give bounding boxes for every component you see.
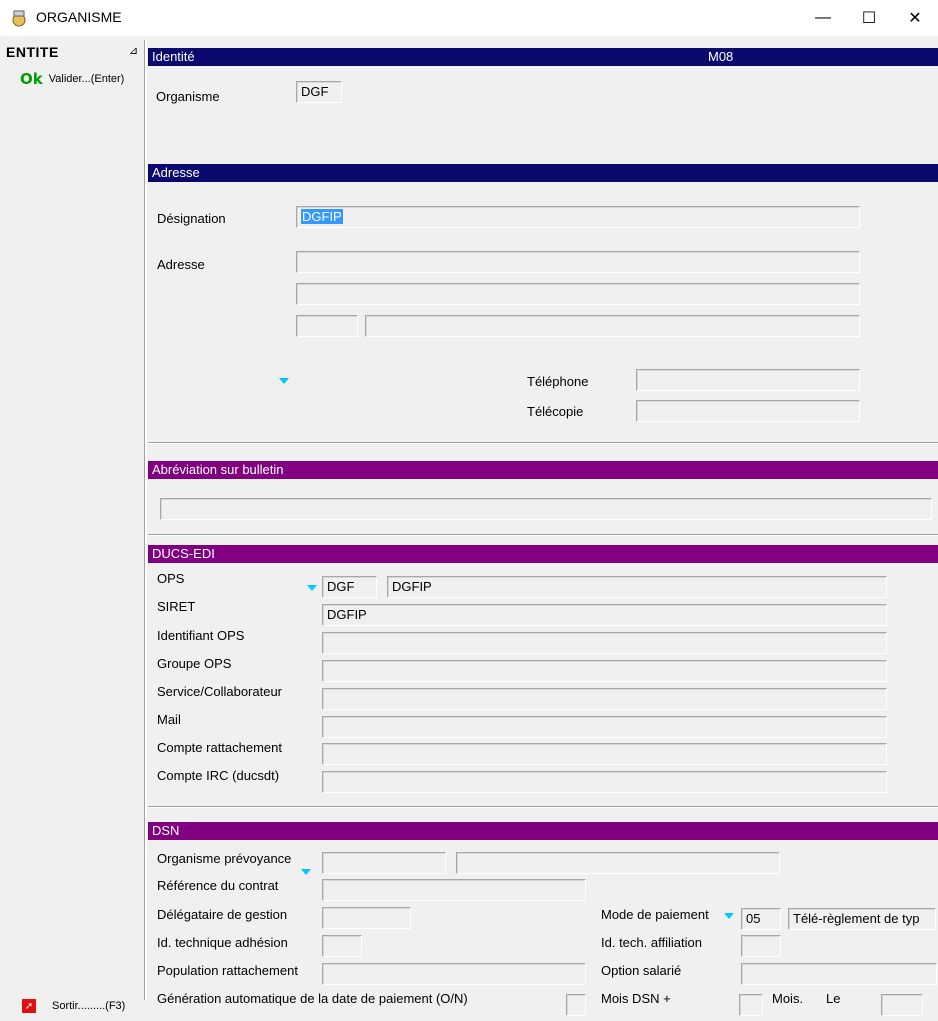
designation-field[interactable]: DGFIP: [296, 206, 860, 228]
mode-dropdown-icon[interactable]: [724, 913, 734, 919]
dsn-header: DSN: [148, 822, 938, 840]
id-affiliation-label: Id. tech. affiliation: [601, 935, 702, 950]
id-affiliation-field[interactable]: [741, 935, 781, 957]
ops-name-field[interactable]: DGFIP: [387, 576, 887, 598]
abreviation-field[interactable]: [160, 498, 932, 520]
id-adhesion-label: Id. technique adhésion: [157, 935, 288, 950]
window-title: ORGANISME: [36, 9, 122, 25]
generation-field[interactable]: [566, 994, 586, 1016]
reference-field[interactable]: [322, 879, 586, 901]
designation-label: Désignation: [157, 211, 226, 226]
sortir-label: Sortir.........(F3): [52, 1000, 126, 1012]
ops-dropdown-icon[interactable]: [307, 585, 317, 591]
postal-code-field[interactable]: [296, 315, 358, 337]
entite-label: ENTITE: [6, 44, 59, 60]
organisme-label: Organisme: [156, 89, 220, 104]
mode-paiement-label: Mode de paiement: [601, 907, 709, 922]
le-date-field[interactable]: [881, 994, 923, 1016]
valider-button[interactable]: Ok Valider...(Enter): [20, 70, 124, 88]
city-field[interactable]: [365, 315, 860, 337]
app-icon: [12, 10, 26, 27]
id-adhesion-field[interactable]: [322, 935, 362, 957]
section-divider: [148, 442, 938, 444]
sortir-button[interactable]: ➚ Sortir.........(F3): [22, 999, 125, 1013]
groupe-ops-field[interactable]: [322, 660, 887, 682]
compte-irc-label: Compte IRC (ducsdt): [157, 768, 280, 783]
reference-label: Référence du contrat: [157, 878, 279, 893]
maximize-button[interactable]: ☐: [846, 0, 892, 36]
mode-code-field[interactable]: 05: [741, 908, 781, 930]
adresse-line1-field[interactable]: [296, 251, 860, 273]
exit-icon: ➚: [22, 999, 36, 1013]
title-bar: [0, 0, 938, 36]
delegataire-label: Délégataire de gestion: [157, 907, 288, 922]
ops-label: OPS: [157, 571, 185, 586]
identite-title: Identité: [152, 49, 195, 64]
prevoyance-code-field[interactable]: [322, 852, 446, 874]
mois-dsn-field[interactable]: [739, 994, 763, 1016]
designation-value: DGFIP: [301, 209, 343, 224]
generation-label: Génération automatique de la date de pai…: [157, 991, 468, 1006]
compte-rattachement-field[interactable]: [322, 743, 887, 765]
service-field[interactable]: [322, 688, 887, 710]
compte-irc-field[interactable]: [322, 771, 887, 793]
mois-label: Mois.: [772, 991, 804, 1006]
delegataire-field[interactable]: [322, 907, 411, 929]
identite-header: Identité M08: [148, 48, 938, 66]
telecopie-label: Télécopie: [527, 404, 584, 419]
siret-label: SIRET: [157, 599, 196, 614]
le-label: Le: [826, 991, 841, 1006]
compte-rattachement-label: Compte rattachement: [157, 740, 283, 755]
prevoyance-label: Organisme prévoyance: [157, 851, 292, 866]
option-salarie-field[interactable]: [741, 963, 937, 985]
identifiant-ops-label: Identifiant OPS: [157, 628, 245, 643]
ok-icon: Ok: [20, 70, 43, 88]
minimize-button[interactable]: —: [800, 0, 846, 36]
mail-label: Mail: [157, 712, 181, 727]
telephone-field[interactable]: [636, 369, 860, 391]
panel-corner-icon: ⊿: [129, 45, 139, 57]
telephone-label: Téléphone: [527, 374, 589, 389]
prevoyance-dropdown-icon[interactable]: [301, 869, 311, 875]
adresse-header: Adresse: [148, 164, 938, 182]
telecopie-field[interactable]: [636, 400, 860, 422]
mail-field[interactable]: [322, 716, 887, 738]
section-divider: [148, 806, 938, 808]
adresse-line2-field[interactable]: [296, 283, 860, 305]
screen-code: M08: [708, 49, 734, 64]
ducs-header: DUCS-EDI: [148, 545, 938, 563]
organisme-field[interactable]: DGF: [296, 81, 342, 103]
population-label: Population rattachement: [157, 963, 298, 978]
prevoyance-name-field[interactable]: [456, 852, 780, 874]
ops-code-field[interactable]: DGF: [322, 576, 377, 598]
dropdown-arrow-icon[interactable]: [279, 378, 289, 384]
adresse-label: Adresse: [157, 257, 205, 272]
siret-field[interactable]: DGFIP: [322, 604, 887, 626]
identifiant-ops-field[interactable]: [322, 632, 887, 654]
valider-label: Valider...(Enter): [48, 73, 125, 85]
groupe-ops-label: Groupe OPS: [157, 656, 232, 671]
population-field[interactable]: [322, 963, 586, 985]
option-salarie-label: Option salarié: [601, 963, 682, 978]
close-button[interactable]: ✕: [892, 0, 938, 36]
mode-value-field[interactable]: Télé-règlement de typ: [788, 908, 936, 930]
section-divider: [148, 534, 938, 536]
abreviation-header: Abréviation sur bulletin: [148, 461, 938, 479]
service-label: Service/Collaborateur: [157, 684, 283, 699]
mois-dsn-label: Mois DSN +: [601, 991, 671, 1006]
panel-divider: [144, 40, 147, 1000]
